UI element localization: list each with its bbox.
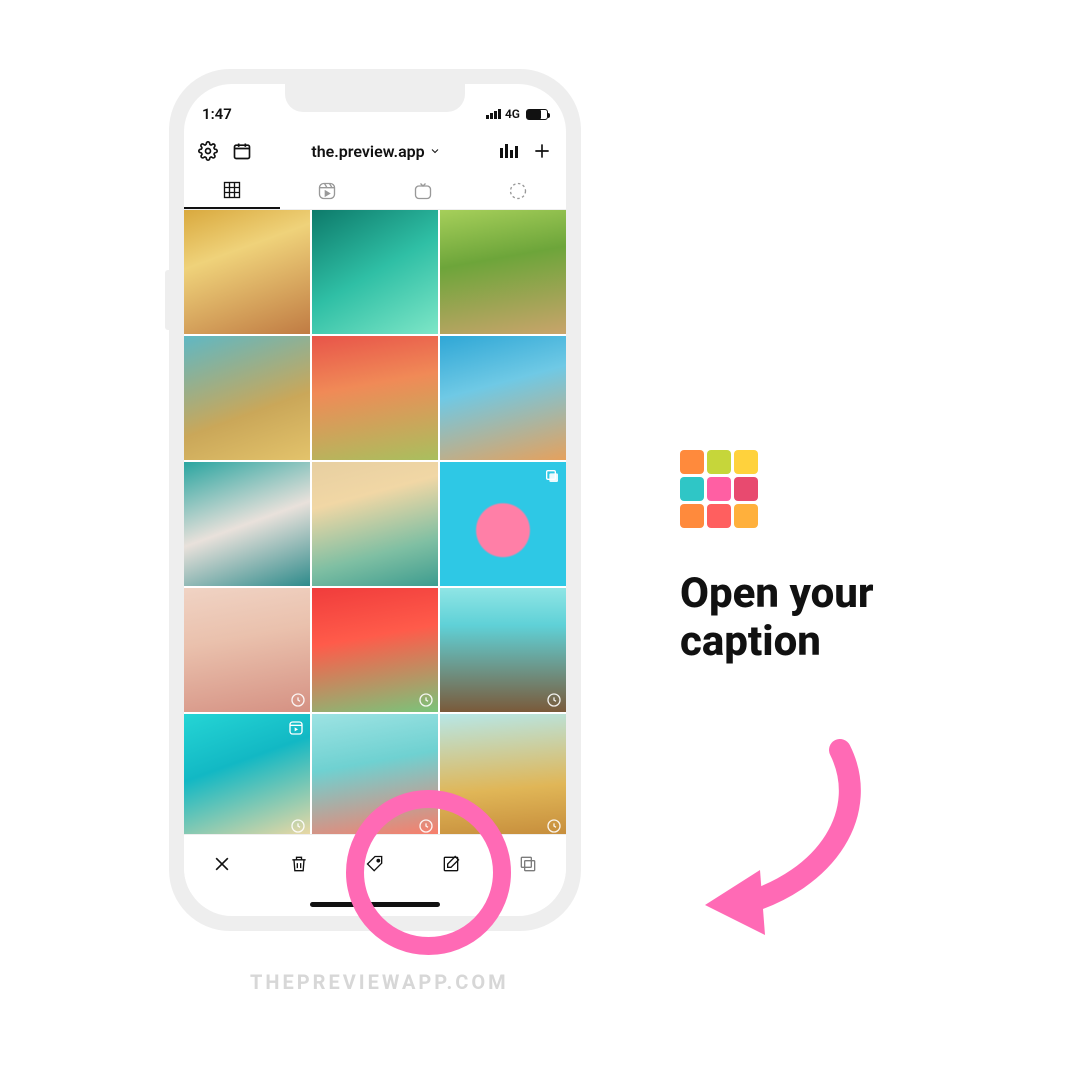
tab-reels[interactable] [280,172,376,209]
grid-tile[interactable] [440,336,566,460]
status-time: 1:47 [202,105,232,123]
reels-tab-icon [317,181,337,201]
clock-icon [546,692,562,708]
tab-grid[interactable] [184,172,280,209]
grid-tile[interactable] [440,462,566,586]
chevron-down-icon [429,145,441,157]
username-label: the.preview.app [311,142,424,161]
grid-tile[interactable] [184,462,310,586]
status-right: 4G [486,107,548,121]
grid-tile[interactable] [312,462,438,586]
phone-screen: 1:47 4G the.preview.a [184,84,566,916]
grid-tile[interactable] [440,210,566,334]
grid-tile[interactable] [184,588,310,712]
igtv-tab-icon [413,181,433,201]
account-switcher[interactable]: the.preview.app [311,142,440,161]
grid-tile[interactable] [312,210,438,334]
heading-line: caption [680,618,1040,666]
grid-tile[interactable] [184,210,310,334]
trash-icon[interactable] [289,854,309,874]
home-indicator [184,892,566,916]
grid-tile[interactable] [312,588,438,712]
story-tab-icon [508,181,528,201]
carousel-icon [544,468,560,484]
tab-stories[interactable] [471,172,567,209]
callout-arrow [680,730,900,950]
clock-icon [418,692,434,708]
clock-icon [418,818,434,834]
grid-tile[interactable] [184,336,310,460]
compose-icon[interactable] [441,854,461,874]
analytics-icon[interactable] [500,144,518,158]
grid-tile[interactable] [440,714,566,834]
phone-mockup: 1:47 4G the.preview.a [170,70,580,930]
app-nav-bar: the.preview.app [184,130,566,172]
selection-action-bar [184,834,566,892]
calendar-icon[interactable] [232,141,252,161]
grid-tab-icon [222,180,242,200]
instruction-heading: Open your caption [680,570,1040,667]
feed-grid [184,210,566,834]
watermark: THEPREVIEWAPP.COM [250,970,509,994]
tag-icon[interactable] [365,854,385,874]
copy-icon[interactable] [518,854,538,874]
close-icon[interactable] [212,854,232,874]
network-label: 4G [505,107,520,121]
view-tabs [184,172,566,210]
grid-tile[interactable] [184,714,310,834]
settings-icon[interactable] [198,141,218,161]
clock-icon [290,692,306,708]
plus-icon[interactable] [532,141,552,161]
app-logo [680,450,1040,528]
grid-tile[interactable] [312,714,438,834]
grid-tile[interactable] [440,588,566,712]
heading-line: Open your [680,570,1040,618]
phone-notch [285,84,465,112]
reel-badge-icon [288,720,304,736]
battery-icon [526,109,548,120]
instruction-panel: Open your caption [680,450,1040,667]
grid-tile[interactable] [312,336,438,460]
signal-icon [486,109,501,119]
tab-igtv[interactable] [375,172,471,209]
clock-icon [290,818,306,834]
clock-icon [546,818,562,834]
